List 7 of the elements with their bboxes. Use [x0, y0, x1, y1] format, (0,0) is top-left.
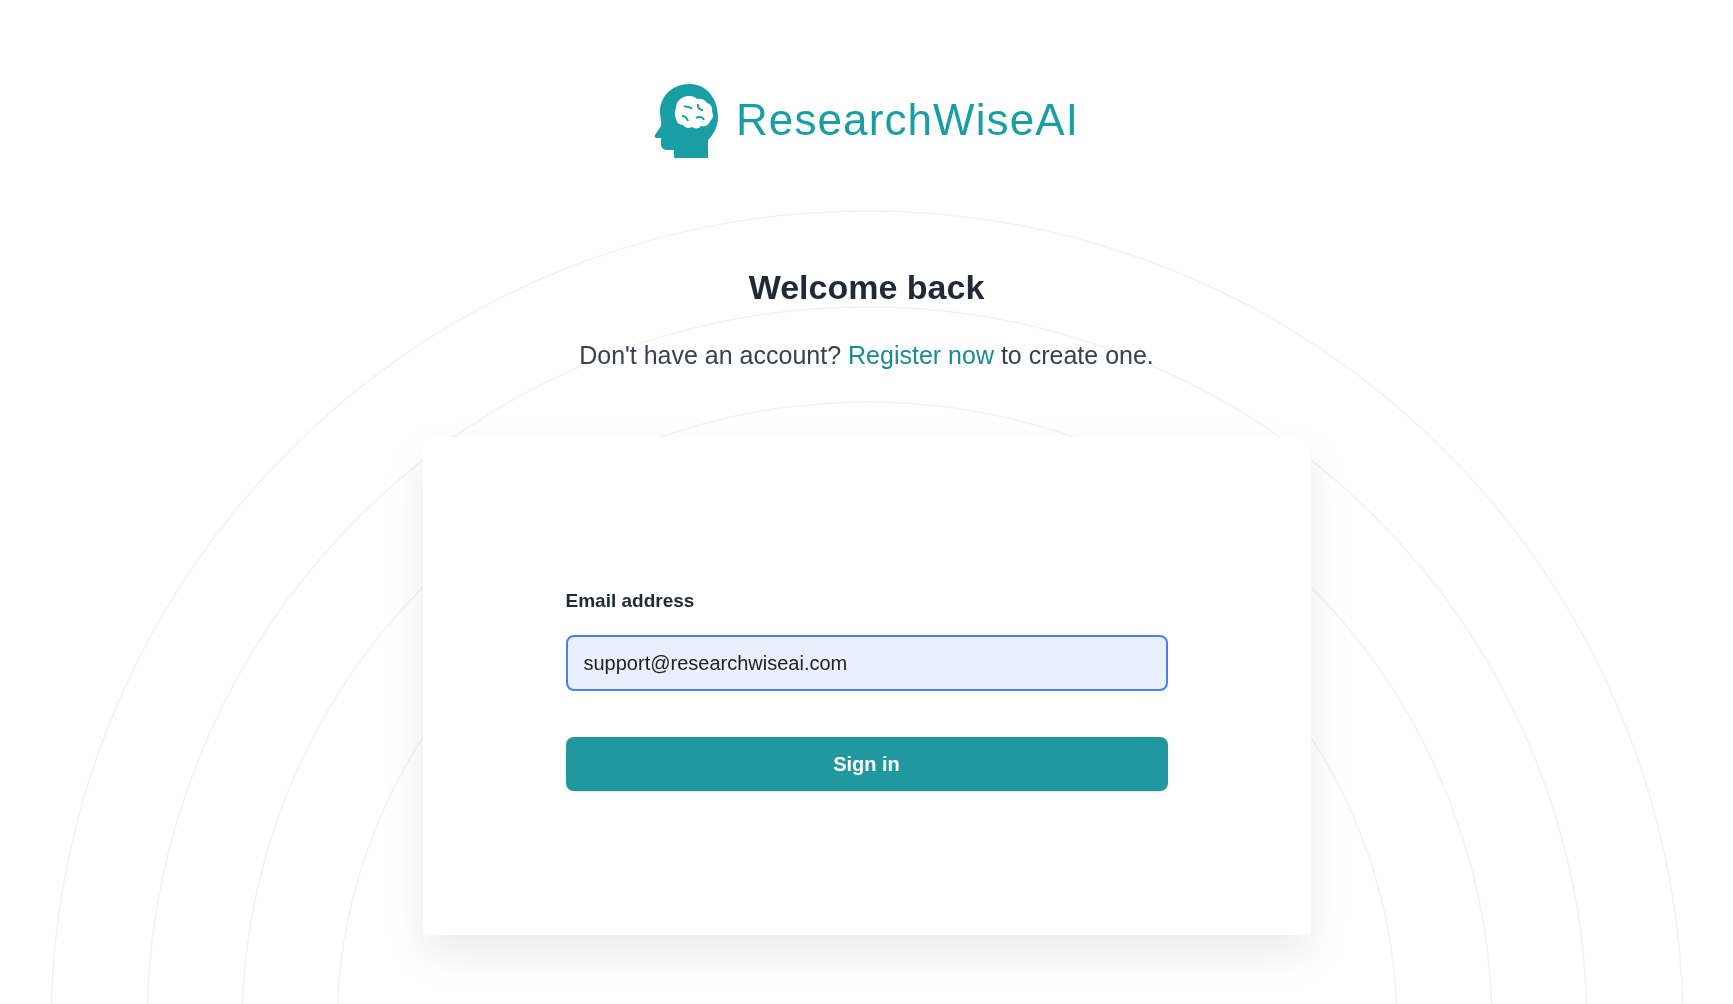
logo-text: ResearchWiseAI — [735, 94, 1080, 146]
page-heading: Welcome back — [748, 267, 985, 308]
register-link[interactable]: Register now — [848, 341, 994, 369]
register-prompt: Don't have an account? Register now to create one. — [579, 340, 1154, 371]
email-input[interactable]: support@researchwiseai.com — [565, 635, 1168, 691]
email-label: Email address — [565, 588, 696, 613]
sign-in-button[interactable]: Sign in — [565, 737, 1168, 791]
